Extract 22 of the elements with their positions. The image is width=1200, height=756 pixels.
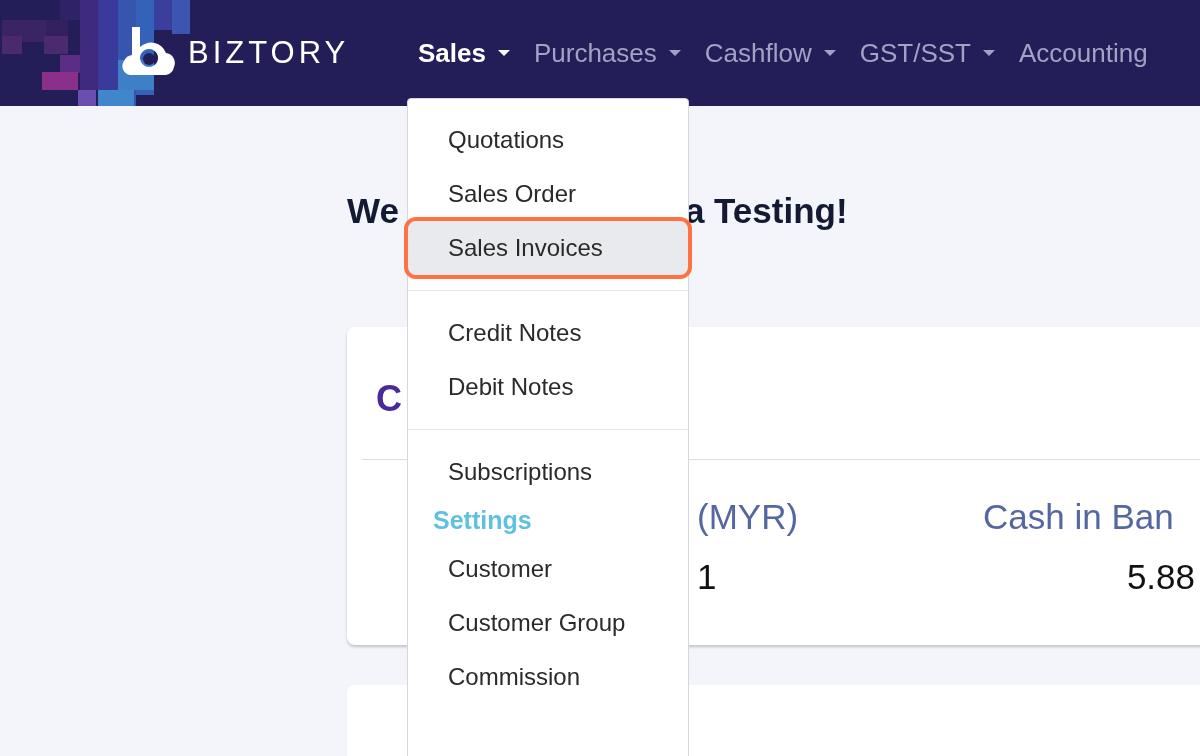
menu-section-header: Settings (432, 505, 533, 536)
nav-menu-item[interactable]: GST/SST (859, 37, 995, 69)
stat-value: 5.88 (1125, 556, 1195, 598)
stat-label: (MYR) (697, 496, 800, 538)
nav-menu-item[interactable]: Cashflow (704, 37, 836, 69)
logo-icon (122, 25, 176, 77)
brand-name: BIZTORY (188, 35, 350, 71)
menu-item[interactable]: Commission (408, 650, 688, 704)
nav-menu-item[interactable]: Purchases (533, 37, 681, 69)
menu-item[interactable]: Quotations (408, 113, 688, 167)
menu-item[interactable]: Customer Group (408, 596, 688, 650)
menu-item[interactable]: Credit Notes (408, 306, 688, 360)
menu-item[interactable]: Sales Order (408, 167, 688, 221)
stat-label: Cash in Ban (983, 496, 1175, 538)
welcome-heading: We (347, 191, 399, 231)
stat-value: 1 (697, 556, 718, 598)
menu-item[interactable]: Customer (408, 542, 688, 596)
card-title: C (375, 377, 402, 421)
nav-menu-item[interactable]: Accounting (1019, 37, 1148, 69)
nav-menu-item[interactable]: Sales (418, 37, 510, 69)
menu-item[interactable]: Subscriptions (408, 445, 688, 499)
menu-item[interactable]: Debit Notes (408, 360, 688, 414)
